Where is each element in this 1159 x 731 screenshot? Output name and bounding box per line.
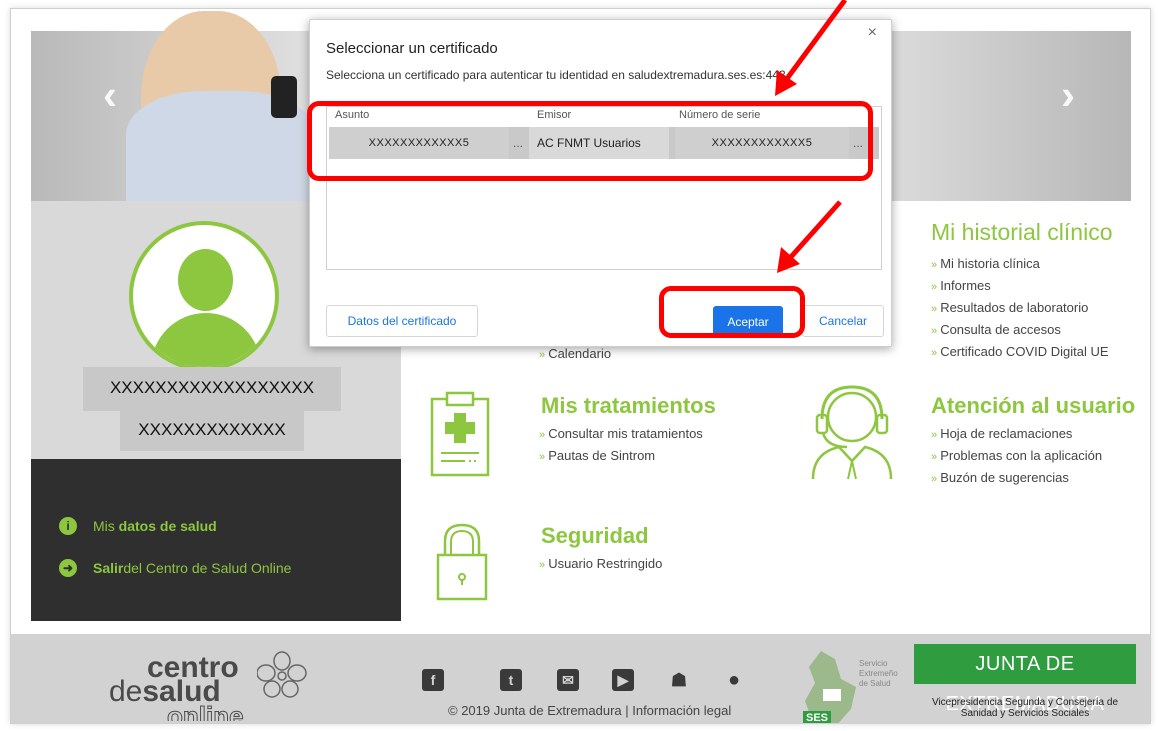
junta-extremadura-logo: JUNTA DE EXTREMADURA [914,644,1136,715]
tratamientos-title: Mis tratamientos [541,393,716,418]
padlock-icon [436,523,488,601]
mis-datos-link[interactable]: i Mis datos de salud [59,517,217,535]
headset-agent-icon [811,385,893,480]
clipboard-icon [430,391,490,477]
left-menu: i Mis datos de salud ➜ Salir del Centro … [31,459,401,621]
exit-icon: ➜ [59,559,77,577]
flower-icon [257,651,307,698]
android-icon[interactable]: ☗ [668,669,690,691]
historial-title: Mi historial clínico [931,219,1113,245]
info-icon: i [59,517,77,535]
link-historia-clinica[interactable]: Mi historia clínica [931,253,1109,275]
carousel-next-button[interactable]: › [1061,71,1075,119]
facebook-icon[interactable]: f [422,669,444,691]
ses-badge: SES [803,711,832,723]
salir-link[interactable]: ➜ Salir del Centro de Salud Online [59,559,291,577]
twitter-icon[interactable]: t [500,669,522,691]
user-name: XXXXXXXXXXXXXXXXXX [83,367,341,411]
junta-subtitle: Vicepresidencia Segunda y Consejería de … [931,697,1119,719]
seguridad-links: Usuario Restringido [539,553,662,575]
avatar-body [151,313,261,367]
link-consulta-accesos[interactable]: Consulta de accesos [931,319,1109,341]
youtube-icon[interactable]: ▶ [612,669,634,691]
tratamientos-links: Consultar mis tratamientos Pautas de Sin… [539,423,703,467]
salir-bold: Salir [93,560,124,576]
centro-de-salud-logo: centro desalud online [109,651,309,723]
link-pautas-sintrom[interactable]: Pautas de Sintrom [539,445,703,467]
banner-phone [271,76,297,118]
user-id: XXXXXXXXXXXXX [120,411,304,451]
link-buzon-sugerencias[interactable]: Buzón de sugerencias [931,467,1102,489]
historial-links: Mi historia clínica Informes Resultados … [931,253,1109,363]
email-icon[interactable]: ✉ [557,669,579,691]
ses-text: Servicio Extremeño de Salud [859,659,898,688]
certificate-details-button[interactable]: Datos del certificado [326,305,478,337]
link-hoja-reclamaciones[interactable]: Hoja de reclamaciones [931,423,1102,445]
link-consultar-tratamientos[interactable]: Consultar mis tratamientos [539,423,703,445]
copyright-text: © 2019 Junta de Extremadura | Informació… [448,703,732,718]
link-resultados-laboratorio[interactable]: Resultados de laboratorio [931,297,1109,319]
avatar-head [178,249,233,311]
avatar [129,221,279,371]
highlight-certificate-row [307,101,873,181]
apple-icon[interactable]: ● [723,669,745,691]
link-informes[interactable]: Informes [931,275,1109,297]
salir-suffix: del Centro de Salud Online [123,560,292,576]
link-problemas-aplicacion[interactable]: Problemas con la aplicación [931,445,1102,467]
cancel-button[interactable]: Cancelar [802,305,884,337]
dialog-title: Seleccionar un certificado [326,40,498,57]
seguridad-title: Seguridad [541,523,649,548]
carousel-prev-button[interactable]: ‹ [103,71,117,119]
ses-logo: SES Servicio Extremeño de Salud [801,649,901,723]
page-frame: ‹ › XXXXXXXXXXXXXXXXXX XXXXXXXXXXXXX i M… [10,8,1151,724]
atencion-links: Hoja de reclamaciones Problemas con la a… [931,423,1102,489]
mis-datos-bold: datos de salud [118,518,217,534]
mis-datos-prefix: Mis [93,518,115,534]
close-icon[interactable]: × [868,24,877,42]
logo-de: de [109,675,143,708]
link-certificado-covid[interactable]: Certificado COVID Digital UE [931,341,1108,363]
highlight-accept-button [659,286,805,338]
logo-online: online [167,701,244,721]
link-usuario-restringido[interactable]: Usuario Restringido [539,553,662,575]
atencion-title: Atención al usuario [931,393,1136,418]
dialog-subtitle: Selecciona un certificado para autentica… [326,68,789,82]
